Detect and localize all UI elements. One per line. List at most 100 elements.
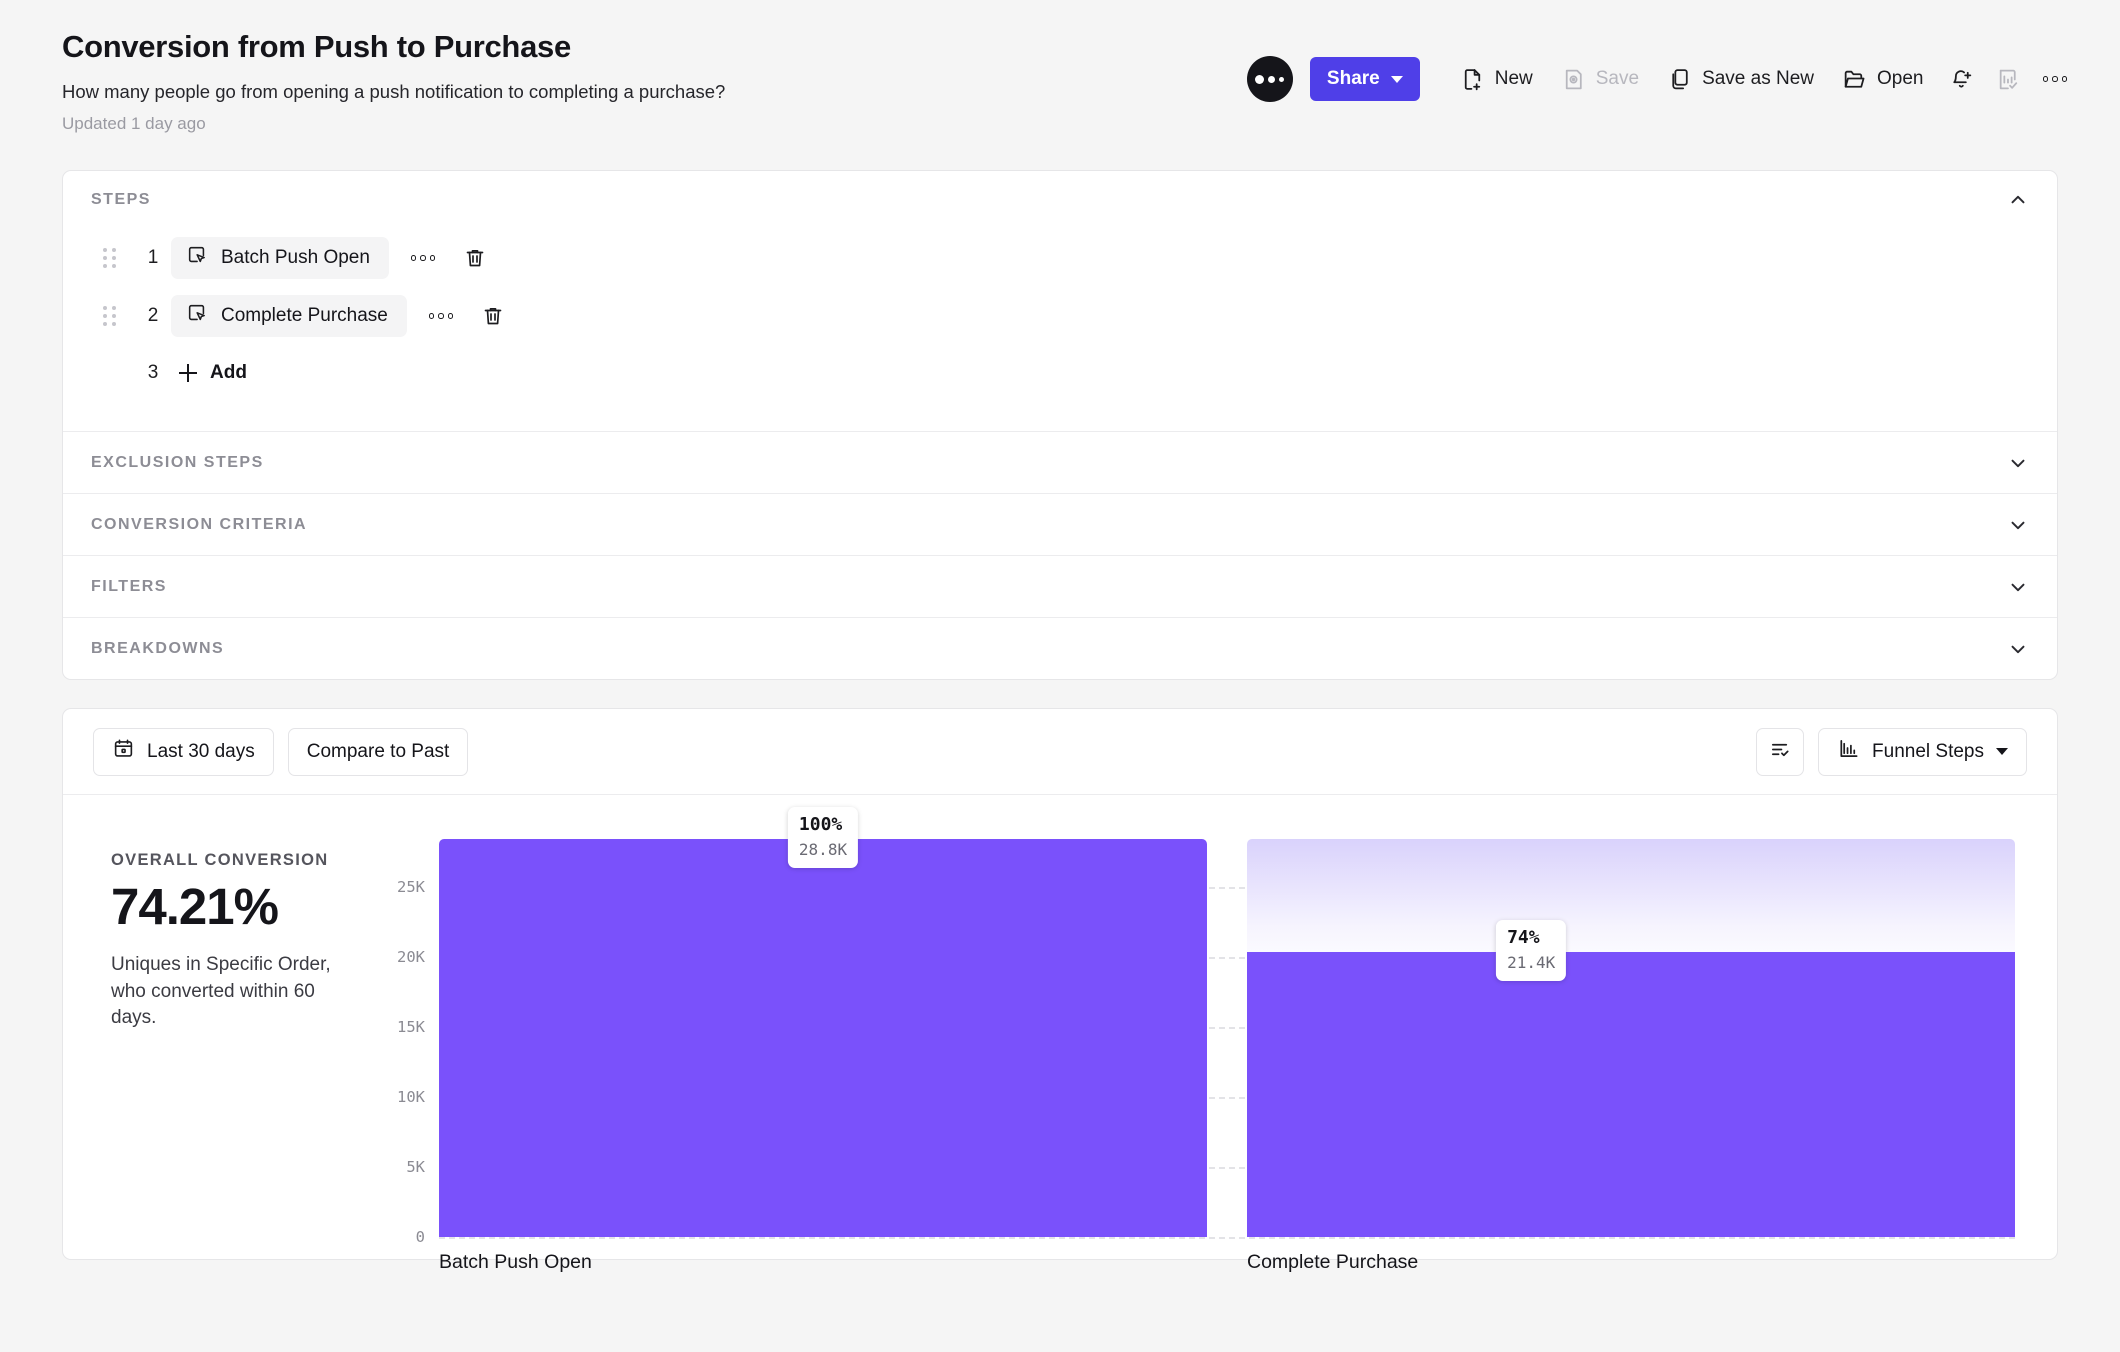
bar-count: 21.4K xyxy=(1507,952,1556,972)
share-button[interactable]: Share xyxy=(1309,57,1420,101)
document-add-icon xyxy=(1460,67,1485,92)
delete-step-button[interactable] xyxy=(463,246,487,270)
compare-to-past-button[interactable]: Compare to Past xyxy=(287,727,469,776)
new-button[interactable]: New xyxy=(1446,61,1547,98)
bar-percent: 74% xyxy=(1507,927,1540,948)
share-button-label: Share xyxy=(1326,68,1380,89)
chart-type-label: Funnel Steps xyxy=(1872,740,1984,762)
bar-complete-purchase[interactable] xyxy=(1247,952,2015,1237)
date-range-label: Last 30 days xyxy=(147,740,255,762)
steps-list: 1 Batch Push Open 2 Complete Purchase 3 … xyxy=(63,229,2057,431)
summary-description: Uniques in Specific Order, who converted… xyxy=(111,953,331,1029)
save-icon xyxy=(1561,67,1586,92)
chart-toolbar-right: Funnel Steps xyxy=(1756,727,2027,776)
section-label: BREAKDOWNS xyxy=(91,639,225,657)
section-label: FILTERS xyxy=(91,577,167,595)
summary-label: OVERALL CONVERSION xyxy=(111,851,329,869)
chevron-up-icon[interactable] xyxy=(2007,189,2029,211)
x-axis-labels: Batch Push Open Complete Purchase xyxy=(439,1251,2015,1274)
chart-toolbar: Last 30 days Compare to Past Funnel Step… xyxy=(63,709,2057,795)
funnel-chart-card: Last 30 days Compare to Past Funnel Step… xyxy=(62,708,2058,1273)
step-number: 2 xyxy=(147,305,159,326)
section-filters[interactable]: FILTERS xyxy=(63,555,2057,617)
copy-icon xyxy=(1667,67,1692,92)
bar-value-label: 74% 21.4K xyxy=(1496,920,1567,982)
x-tick-label: Complete Purchase xyxy=(1247,1251,1419,1273)
bar-column[interactable]: 100% 28.8K xyxy=(439,807,1207,1239)
section-exclusion-steps[interactable]: EXCLUSION STEPS xyxy=(63,431,2057,493)
section-label: EXCLUSION STEPS xyxy=(91,453,264,471)
add-step-label: Add xyxy=(210,362,247,383)
chart-body: OVERALL CONVERSION 74.21% Uniques in Spe… xyxy=(63,795,2057,1273)
new-button-label: New xyxy=(1494,68,1533,89)
section-conversion-criteria[interactable]: CONVERSION CRITERIA xyxy=(63,493,2057,555)
save-as-new-label: Save as New xyxy=(1702,68,1815,89)
step-options-button[interactable] xyxy=(428,313,454,319)
section-breakdowns[interactable]: BREAKDOWNS xyxy=(63,617,2057,679)
bar-count: 28.8K xyxy=(798,839,848,859)
chevron-down-icon[interactable] xyxy=(2007,452,2029,474)
bar-dropoff-ghost xyxy=(1247,839,2015,952)
chevron-down-icon xyxy=(1996,748,2008,755)
chart-check-button[interactable] xyxy=(1985,61,2032,98)
step-event-label: Batch Push Open xyxy=(221,247,370,268)
bar-series: 100% 28.8K 74% 21.4K xyxy=(439,807,2015,1239)
chart-check-icon xyxy=(1996,67,2021,92)
last-updated-text: Updated 1 day ago xyxy=(62,113,206,133)
chevron-down-icon[interactable] xyxy=(2007,576,2029,598)
add-alert-button[interactable] xyxy=(1938,61,1985,98)
page-header: Conversion from Push to Purchase How man… xyxy=(0,0,2120,160)
bar-chart-icon xyxy=(1837,737,1860,766)
funnel-plot: 25K 20K 15K 10K 5K 0 100% 28.8K 74% 21.4… xyxy=(361,807,2027,1273)
y-tick-label: 0 xyxy=(415,1228,425,1246)
steps-section-header[interactable]: STEPS xyxy=(63,171,2057,229)
summary-value: 74.21% xyxy=(111,878,279,935)
click-event-icon xyxy=(186,244,208,272)
bar-percent: 100% xyxy=(798,814,843,835)
list-settings-button[interactable] xyxy=(1756,727,1805,776)
query-builder-card: STEPS 1 Batch Push Open 2 Complete Purch… xyxy=(62,170,2058,680)
chart-type-button[interactable]: Funnel Steps xyxy=(1818,727,2027,776)
chevron-down-icon[interactable] xyxy=(2007,638,2029,660)
chevron-down-icon[interactable] xyxy=(2007,514,2029,536)
add-step-number: 3 xyxy=(147,362,159,383)
list-check-icon xyxy=(1769,738,1792,766)
plus-icon xyxy=(179,364,197,382)
save-button: Save xyxy=(1547,61,1653,98)
x-tick-label: Batch Push Open xyxy=(439,1251,592,1273)
open-button-label: Open xyxy=(1877,68,1924,89)
delete-step-button[interactable] xyxy=(481,304,505,328)
step-event-chip[interactable]: Batch Push Open xyxy=(171,237,389,279)
add-step-button[interactable]: Add xyxy=(179,362,247,384)
open-button[interactable]: Open xyxy=(1828,61,1937,98)
folder-open-icon xyxy=(1842,67,1867,92)
top-toolbar: Share New Save Save as New Open xyxy=(1246,56,2079,102)
avatar[interactable] xyxy=(1246,56,1293,102)
step-options-button[interactable] xyxy=(410,255,436,261)
step-event-chip[interactable]: Complete Purchase xyxy=(171,295,407,337)
drag-handle-icon[interactable] xyxy=(103,248,125,268)
chevron-down-icon xyxy=(1390,75,1403,83)
save-as-new-button[interactable]: Save as New xyxy=(1653,61,1828,98)
date-range-button[interactable]: Last 30 days xyxy=(93,727,274,776)
funnel-analysis-page: Conversion from Push to Purchase How man… xyxy=(0,0,2120,1352)
click-event-icon xyxy=(186,302,208,330)
bar-batch-push-open[interactable] xyxy=(439,839,1207,1237)
y-tick-label: 5K xyxy=(406,1158,425,1176)
bell-add-icon xyxy=(1949,67,1974,92)
y-tick-label: 25K xyxy=(397,878,425,896)
bar-column[interactable]: 74% 21.4K xyxy=(1247,839,2015,1239)
step-row: 2 Complete Purchase xyxy=(91,287,2029,345)
calendar-icon xyxy=(112,737,135,766)
y-tick-label: 20K xyxy=(397,948,425,966)
y-axis: 25K 20K 15K 10K 5K 0 xyxy=(361,839,425,1246)
overall-conversion-summary: OVERALL CONVERSION 74.21% Uniques in Spe… xyxy=(93,839,361,1259)
compare-label: Compare to Past xyxy=(306,740,450,762)
more-options-button[interactable] xyxy=(2032,70,2079,88)
section-label: CONVERSION CRITERIA xyxy=(91,515,308,533)
drag-handle-icon[interactable] xyxy=(103,306,125,326)
steps-section: STEPS 1 Batch Push Open 2 Complete Purch… xyxy=(63,171,2057,431)
step-row: 1 Batch Push Open xyxy=(91,229,2029,287)
save-button-label: Save xyxy=(1595,68,1640,89)
add-step-row: 3 Add xyxy=(91,345,2029,401)
